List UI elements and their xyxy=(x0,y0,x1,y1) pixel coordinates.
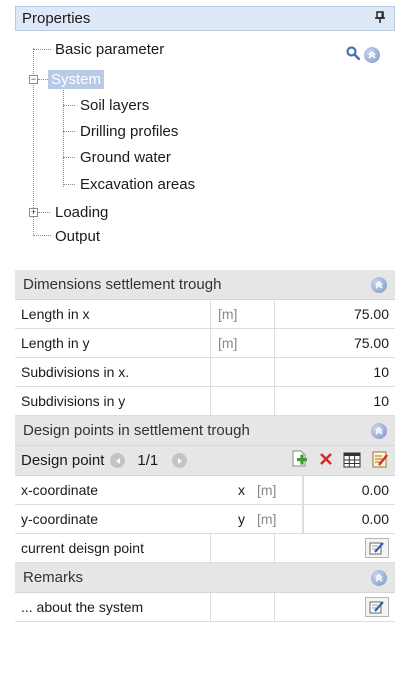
table-icon[interactable] xyxy=(343,450,361,472)
value-cell xyxy=(275,534,395,562)
design-point-toolbar: Design point 1/1 xyxy=(15,446,395,476)
section-remarks[interactable]: Remarks xyxy=(15,563,395,593)
property-label: Subdivisions in y xyxy=(15,387,211,415)
unit-label xyxy=(211,358,275,386)
tree-item-soil-layers[interactable]: Soil layers xyxy=(77,94,152,116)
add-point-icon[interactable] xyxy=(291,450,309,472)
unit-label: [m] xyxy=(253,505,303,533)
unit-label: [m] xyxy=(253,476,303,504)
y-coordinate-field[interactable]: 0.00 xyxy=(303,505,395,533)
section-title: Remarks xyxy=(23,569,84,586)
tree-item-label: Ground water xyxy=(80,148,171,166)
tree-tools xyxy=(346,46,380,63)
pin-icon[interactable] xyxy=(374,10,386,27)
property-label: Subdivisions in x. xyxy=(15,358,211,386)
tree-item-ground-water[interactable]: Ground water xyxy=(77,146,174,168)
property-row-subdivisions-y: Subdivisions in y 10 xyxy=(15,387,395,416)
next-icon[interactable] xyxy=(172,453,188,468)
search-icon[interactable] xyxy=(346,46,361,63)
symbol-label: y xyxy=(238,511,245,527)
tree-expander-loading[interactable]: + xyxy=(29,208,38,217)
subdivisions-y-field[interactable]: 10 xyxy=(275,387,395,415)
property-row-x-coordinate: x-coordinate x [m] 0.00 xyxy=(15,476,395,505)
property-row-current-design-point: current deisgn point xyxy=(15,534,395,563)
tree-item-label: Soil layers xyxy=(80,96,150,114)
symbol-label: x xyxy=(238,482,245,498)
property-label: Length in x xyxy=(15,300,211,328)
property-label: current deisgn point xyxy=(15,534,211,562)
design-point-label: Design point xyxy=(21,452,105,469)
tree-item-output[interactable]: Output xyxy=(52,225,103,247)
property-row-subdivisions-x: Subdivisions in x. 10 xyxy=(15,358,395,387)
tree-item-label: Output xyxy=(55,227,101,245)
tree-item-label: Basic parameter xyxy=(55,40,165,58)
property-grid: Dimensions settlement trough Length in x… xyxy=(15,270,395,622)
previous-icon[interactable] xyxy=(110,453,126,468)
properties-header: Properties xyxy=(15,6,395,31)
value-cell xyxy=(275,593,395,621)
collapse-up-icon[interactable] xyxy=(371,276,387,293)
delete-icon[interactable] xyxy=(319,452,333,470)
section-title: Dimensions settlement trough xyxy=(23,276,222,293)
section-title: Design points in settlement trough xyxy=(23,422,250,439)
property-row-y-coordinate: y-coordinate y [m] 0.00 xyxy=(15,505,395,534)
tree-expander-system[interactable]: − xyxy=(29,75,38,84)
system-tree: − + Basic parameter System Soil layers D… xyxy=(15,38,395,248)
unit-empty xyxy=(211,534,275,562)
property-label: Length in y xyxy=(15,329,211,357)
tree-item-label: Loading xyxy=(55,203,109,221)
property-row-length-y: Length in y [m] 75.00 xyxy=(15,329,395,358)
panel-title: Properties xyxy=(22,10,91,27)
unit-label: [m] xyxy=(211,300,275,328)
collapse-up-icon[interactable] xyxy=(371,569,387,586)
tree-item-basic-parameter[interactable]: Basic parameter xyxy=(52,38,167,60)
tree-item-label: Drilling profiles xyxy=(80,122,179,140)
tree-item-label: System xyxy=(48,69,105,89)
tree-item-excavation-areas[interactable]: Excavation areas xyxy=(77,173,198,195)
property-label: x-coordinate x xyxy=(21,482,245,498)
edit-list-icon[interactable] xyxy=(371,450,389,472)
property-row-remarks: ... about the system xyxy=(15,593,395,622)
unit-empty xyxy=(211,593,275,621)
edit-design-point-button[interactable] xyxy=(365,538,389,558)
tree-item-loading[interactable]: Loading xyxy=(52,201,111,223)
design-point-counter: 1/1 xyxy=(137,452,159,469)
property-label: y-coordinate y xyxy=(21,511,245,527)
unit-label xyxy=(211,387,275,415)
edit-remarks-button[interactable] xyxy=(365,597,389,617)
property-row-length-x: Length in x [m] 75.00 xyxy=(15,300,395,329)
tree-item-drilling-profiles[interactable]: Drilling profiles xyxy=(77,120,181,142)
x-coordinate-field[interactable]: 0.00 xyxy=(303,476,395,504)
property-label: ... about the system xyxy=(15,593,211,621)
unit-label: [m] xyxy=(211,329,275,357)
tree-item-system[interactable]: System xyxy=(48,68,105,90)
length-y-field[interactable]: 75.00 xyxy=(275,329,395,357)
length-x-field[interactable]: 75.00 xyxy=(275,300,395,328)
tree-item-label: Excavation areas xyxy=(80,175,196,193)
subdivisions-x-field[interactable]: 10 xyxy=(275,358,395,386)
section-design-points[interactable]: Design points in settlement trough xyxy=(15,416,395,446)
collapse-up-icon[interactable] xyxy=(371,422,387,439)
collapse-up-icon[interactable] xyxy=(364,46,380,63)
section-dimensions[interactable]: Dimensions settlement trough xyxy=(15,270,395,300)
